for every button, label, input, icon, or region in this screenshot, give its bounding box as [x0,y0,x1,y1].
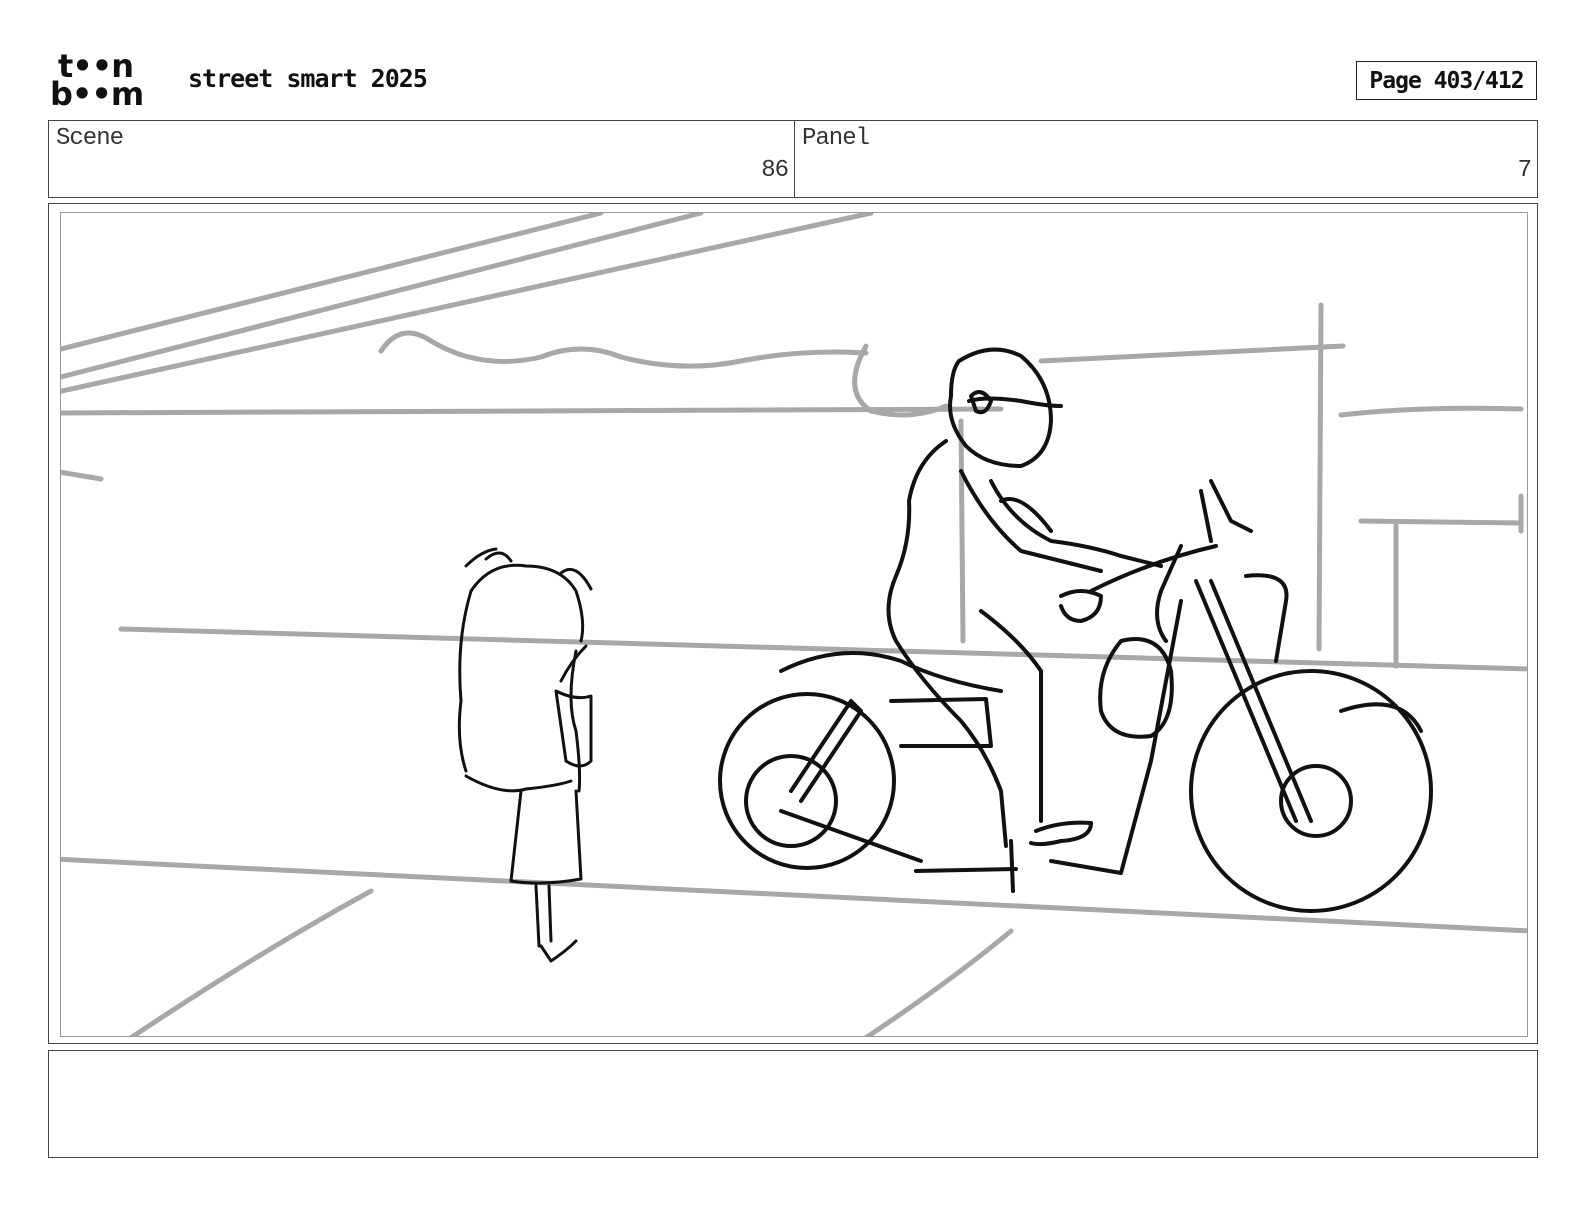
scene-panel-info-row: Scene 86 Panel 7 [48,120,1538,198]
scene-cell: Scene 86 [49,121,795,197]
caption-box [48,1050,1538,1158]
scene-label: Scene [56,125,124,152]
panel-label: Panel [802,125,870,152]
logo-line-bottom: b••m [50,75,144,113]
motorcycle-rider [718,347,1433,913]
toon-boom-logo: t••n b••m [50,50,164,113]
scene-number: 86 [761,157,789,184]
storyboard-drawing [60,212,1528,1037]
background-sketch [61,213,1527,1036]
project-title: street smart 2025 [188,64,428,93]
sketch-drawing [61,213,1527,1036]
panel-number: 7 [1517,157,1532,184]
page-indicator: Page 403/412 [1356,61,1537,100]
girl-character [457,547,593,963]
panel-cell: Panel 7 [795,121,1537,197]
